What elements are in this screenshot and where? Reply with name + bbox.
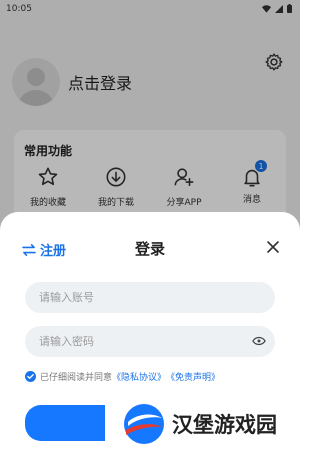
agree-text: 已仔细阅读并同意 (40, 373, 113, 383)
eye-icon[interactable] (252, 336, 266, 346)
password-input[interactable] (25, 326, 275, 357)
close-icon[interactable] (266, 240, 280, 254)
watermark-text: 汉堡游戏园 (172, 412, 277, 437)
agreement-row: 已仔细阅读并同意 《隐私协议》 《免责声明》 (25, 370, 220, 383)
agree-checkbox[interactable] (25, 371, 36, 382)
disclaimer-link[interactable]: 《免责声明》 (166, 370, 220, 383)
check-icon (27, 374, 34, 380)
login-title: 登录 (134, 240, 165, 258)
privacy-link[interactable]: 《隐私协议》 (112, 370, 166, 383)
account-input[interactable] (25, 282, 275, 313)
watermark-logo (124, 404, 164, 444)
watermark: 汉堡游戏园 (118, 398, 300, 450)
login-button[interactable] (25, 405, 105, 441)
